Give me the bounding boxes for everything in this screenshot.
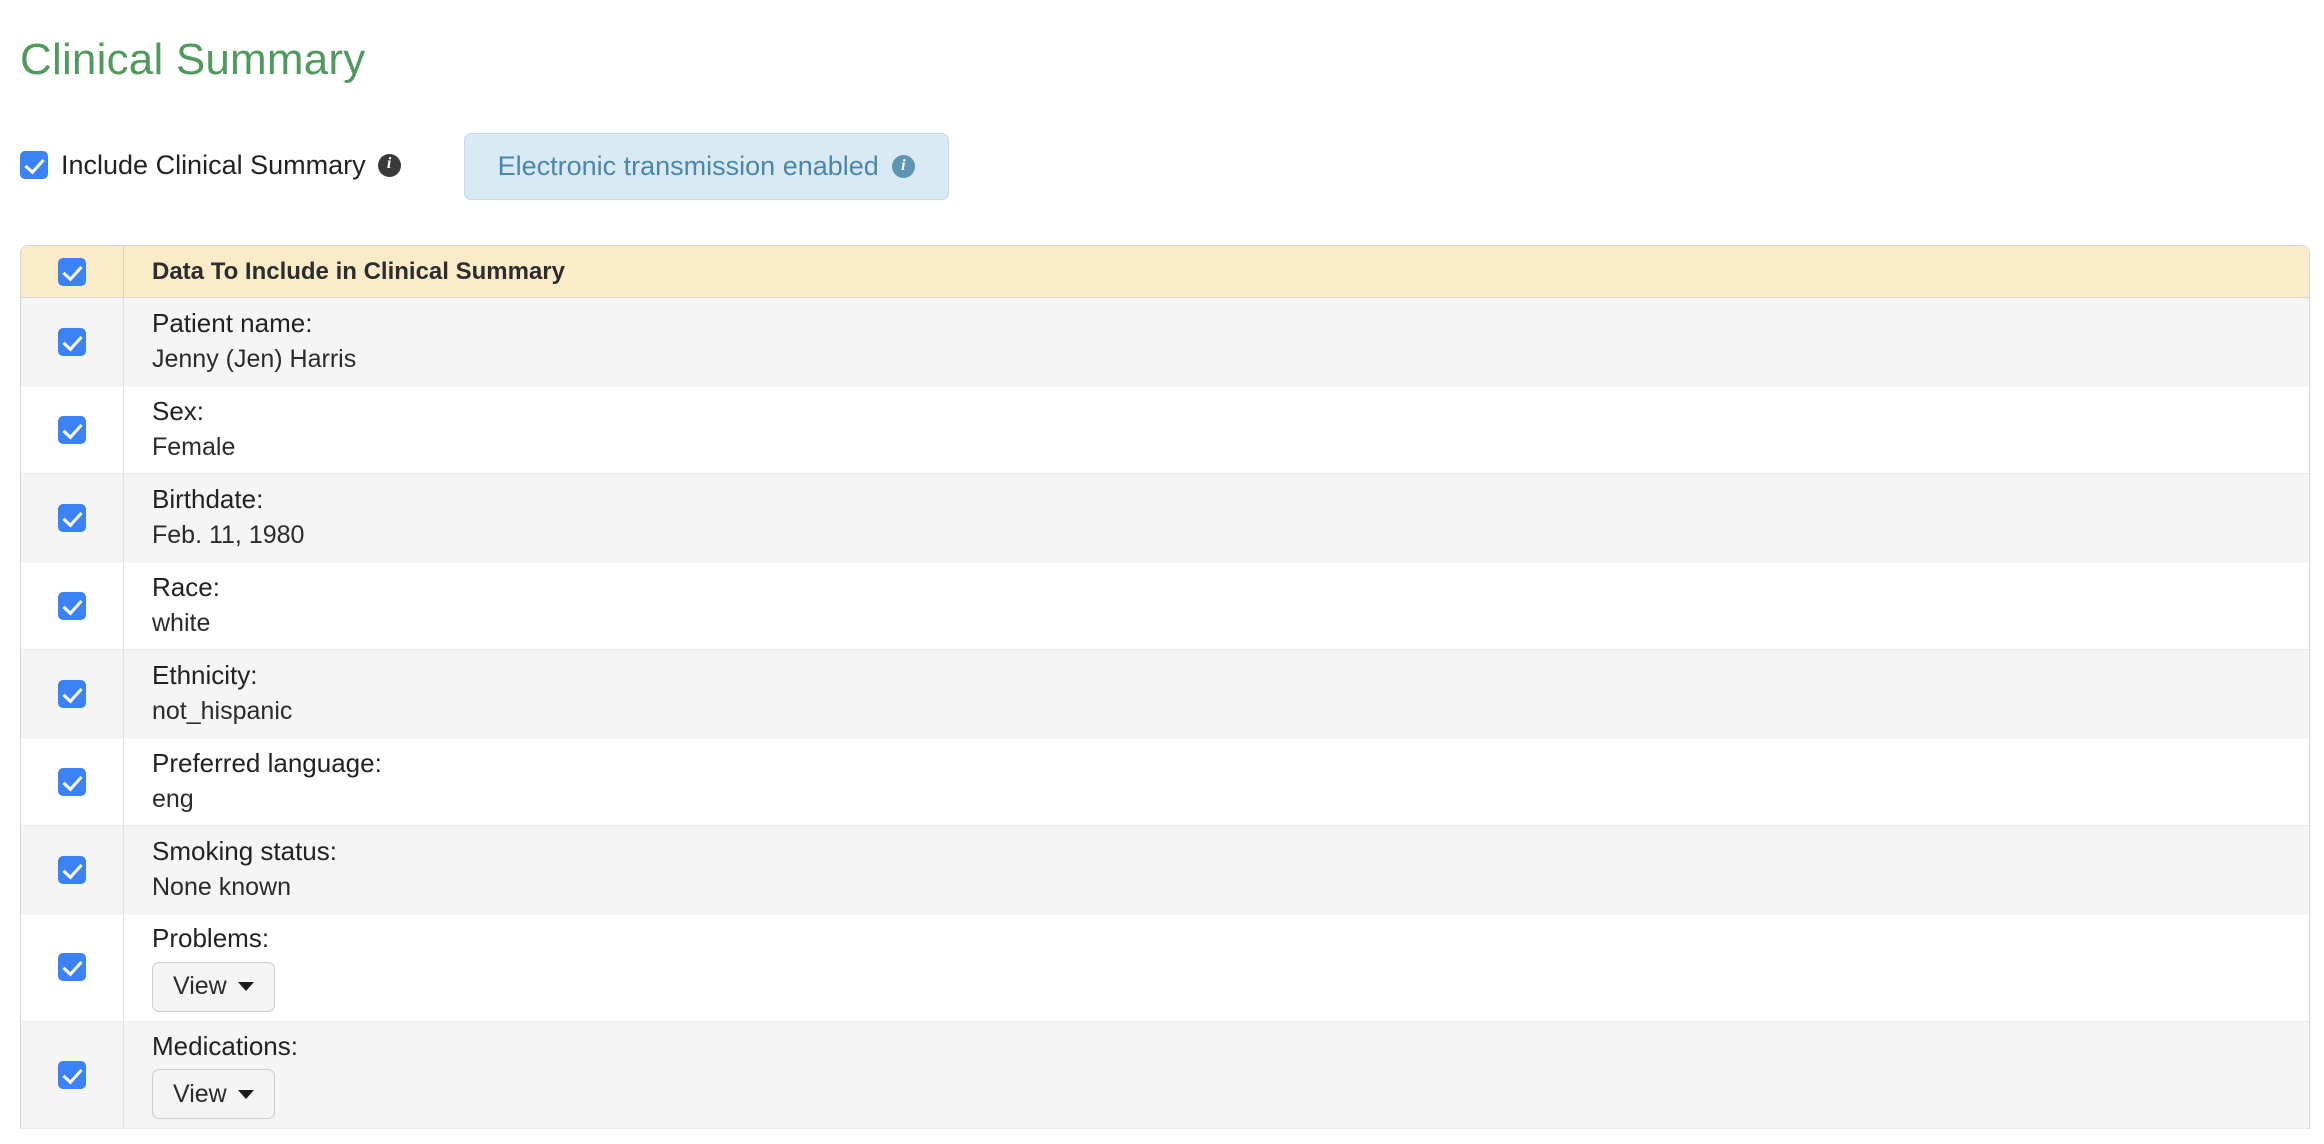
field-value: eng xyxy=(152,785,194,814)
row-checkbox-cell[interactable] xyxy=(21,298,124,385)
field-label: Birthdate: xyxy=(152,484,264,515)
table-row: Smoking status: None known xyxy=(21,826,2309,914)
page-title: Clinical Summary xyxy=(20,35,366,84)
table-row: Medications: View xyxy=(21,1021,2309,1130)
electronic-transmission-badge[interactable]: Electronic transmission enabled i xyxy=(463,133,949,200)
view-dropdown-button[interactable]: View xyxy=(152,961,275,1012)
view-button-label: View xyxy=(173,972,227,1001)
info-icon[interactable]: i xyxy=(377,153,401,177)
row-content: Birthdate: Feb. 11, 1980 xyxy=(124,475,2309,559)
row-checkbox[interactable] xyxy=(58,767,86,796)
view-dropdown-button[interactable]: View xyxy=(152,1069,275,1120)
row-checkbox[interactable] xyxy=(58,855,86,884)
field-label: Smoking status: xyxy=(152,836,337,867)
row-content: Preferred language: eng xyxy=(124,739,2309,823)
field-value: Feb. 11, 1980 xyxy=(152,521,305,550)
include-clinical-summary-control[interactable]: Include Clinical Summary i xyxy=(20,133,401,197)
row-content: Ethnicity: not_hispanic xyxy=(124,651,2309,735)
field-label: Race: xyxy=(152,572,220,603)
field-label: Patient name: xyxy=(152,308,313,339)
table-body: Patient name: Jenny (Jen) Harris Sex: Femal… xyxy=(21,298,2309,1130)
row-checkbox-cell[interactable] xyxy=(21,1021,124,1129)
row-content: Smoking status: None known xyxy=(124,827,2309,911)
row-checkbox[interactable] xyxy=(58,591,86,620)
row-content: Sex: Female xyxy=(124,387,2309,471)
table-row: Patient name: Jenny (Jen) Harris xyxy=(21,298,2309,386)
field-label: Ethnicity: xyxy=(152,660,258,691)
field-label: Sex: xyxy=(152,396,205,427)
row-content: Race: white xyxy=(124,563,2309,647)
electronic-transmission-label: Electronic transmission enabled xyxy=(497,151,879,181)
row-checkbox[interactable] xyxy=(58,953,86,982)
include-clinical-summary-label: Include Clinical Summary xyxy=(61,149,366,180)
info-icon[interactable]: i xyxy=(891,155,915,178)
field-value: Jenny (Jen) Harris xyxy=(152,345,357,374)
row-checkbox[interactable] xyxy=(58,1061,86,1089)
row-content: Problems: View xyxy=(124,914,2309,1021)
row-content: Patient name: Jenny (Jen) Harris xyxy=(124,299,2309,383)
field-label: Preferred language: xyxy=(152,748,382,779)
select-all-checkbox[interactable] xyxy=(58,257,86,286)
chevron-down-icon xyxy=(237,1089,254,1099)
row-checkbox-cell[interactable] xyxy=(21,386,124,473)
row-checkbox[interactable] xyxy=(58,679,86,708)
field-label: Problems: xyxy=(152,923,270,953)
row-checkbox[interactable] xyxy=(58,415,86,444)
table-row: Problems: View xyxy=(21,914,2309,1022)
table-row: Race: white xyxy=(21,562,2309,650)
include-clinical-summary-checkbox[interactable] xyxy=(20,151,48,179)
field-value: not_hispanic xyxy=(152,697,293,726)
row-checkbox-cell[interactable] xyxy=(21,650,124,737)
table-header-row: Data To Include in Clinical Summary xyxy=(21,246,2309,298)
row-checkbox-cell[interactable] xyxy=(21,914,124,1021)
row-checkbox-cell[interactable] xyxy=(21,738,124,825)
select-all-cell[interactable] xyxy=(21,246,124,298)
row-checkbox[interactable] xyxy=(58,503,86,532)
row-checkbox-cell[interactable] xyxy=(21,562,124,649)
view-button-label: View xyxy=(173,1079,227,1108)
clinical-summary-page: Clinical Summary Include Clinical Summar… xyxy=(0,0,2324,1144)
field-value: Female xyxy=(152,433,236,462)
row-checkbox-cell[interactable] xyxy=(21,474,124,561)
field-value: None known xyxy=(152,873,291,902)
table-row: Sex: Female xyxy=(21,386,2309,474)
row-content: Medications: View xyxy=(124,1022,2309,1129)
table-row: Ethnicity: not_hispanic xyxy=(21,650,2309,738)
table-row: Preferred language: eng xyxy=(21,738,2309,826)
chevron-down-icon xyxy=(237,982,254,992)
row-checkbox[interactable] xyxy=(58,327,86,356)
table-row: Birthdate: Feb. 11, 1980 xyxy=(21,474,2309,562)
clinical-summary-table: Data To Include in Clinical Summary Pati… xyxy=(20,245,2310,1130)
controls-row: Include Clinical Summary i Electronic tr… xyxy=(20,133,949,200)
field-value: white xyxy=(152,609,211,638)
row-checkbox-cell[interactable] xyxy=(21,826,124,913)
field-label: Medications: xyxy=(152,1030,298,1061)
table-column-header: Data To Include in Clinical Summary xyxy=(152,257,565,285)
